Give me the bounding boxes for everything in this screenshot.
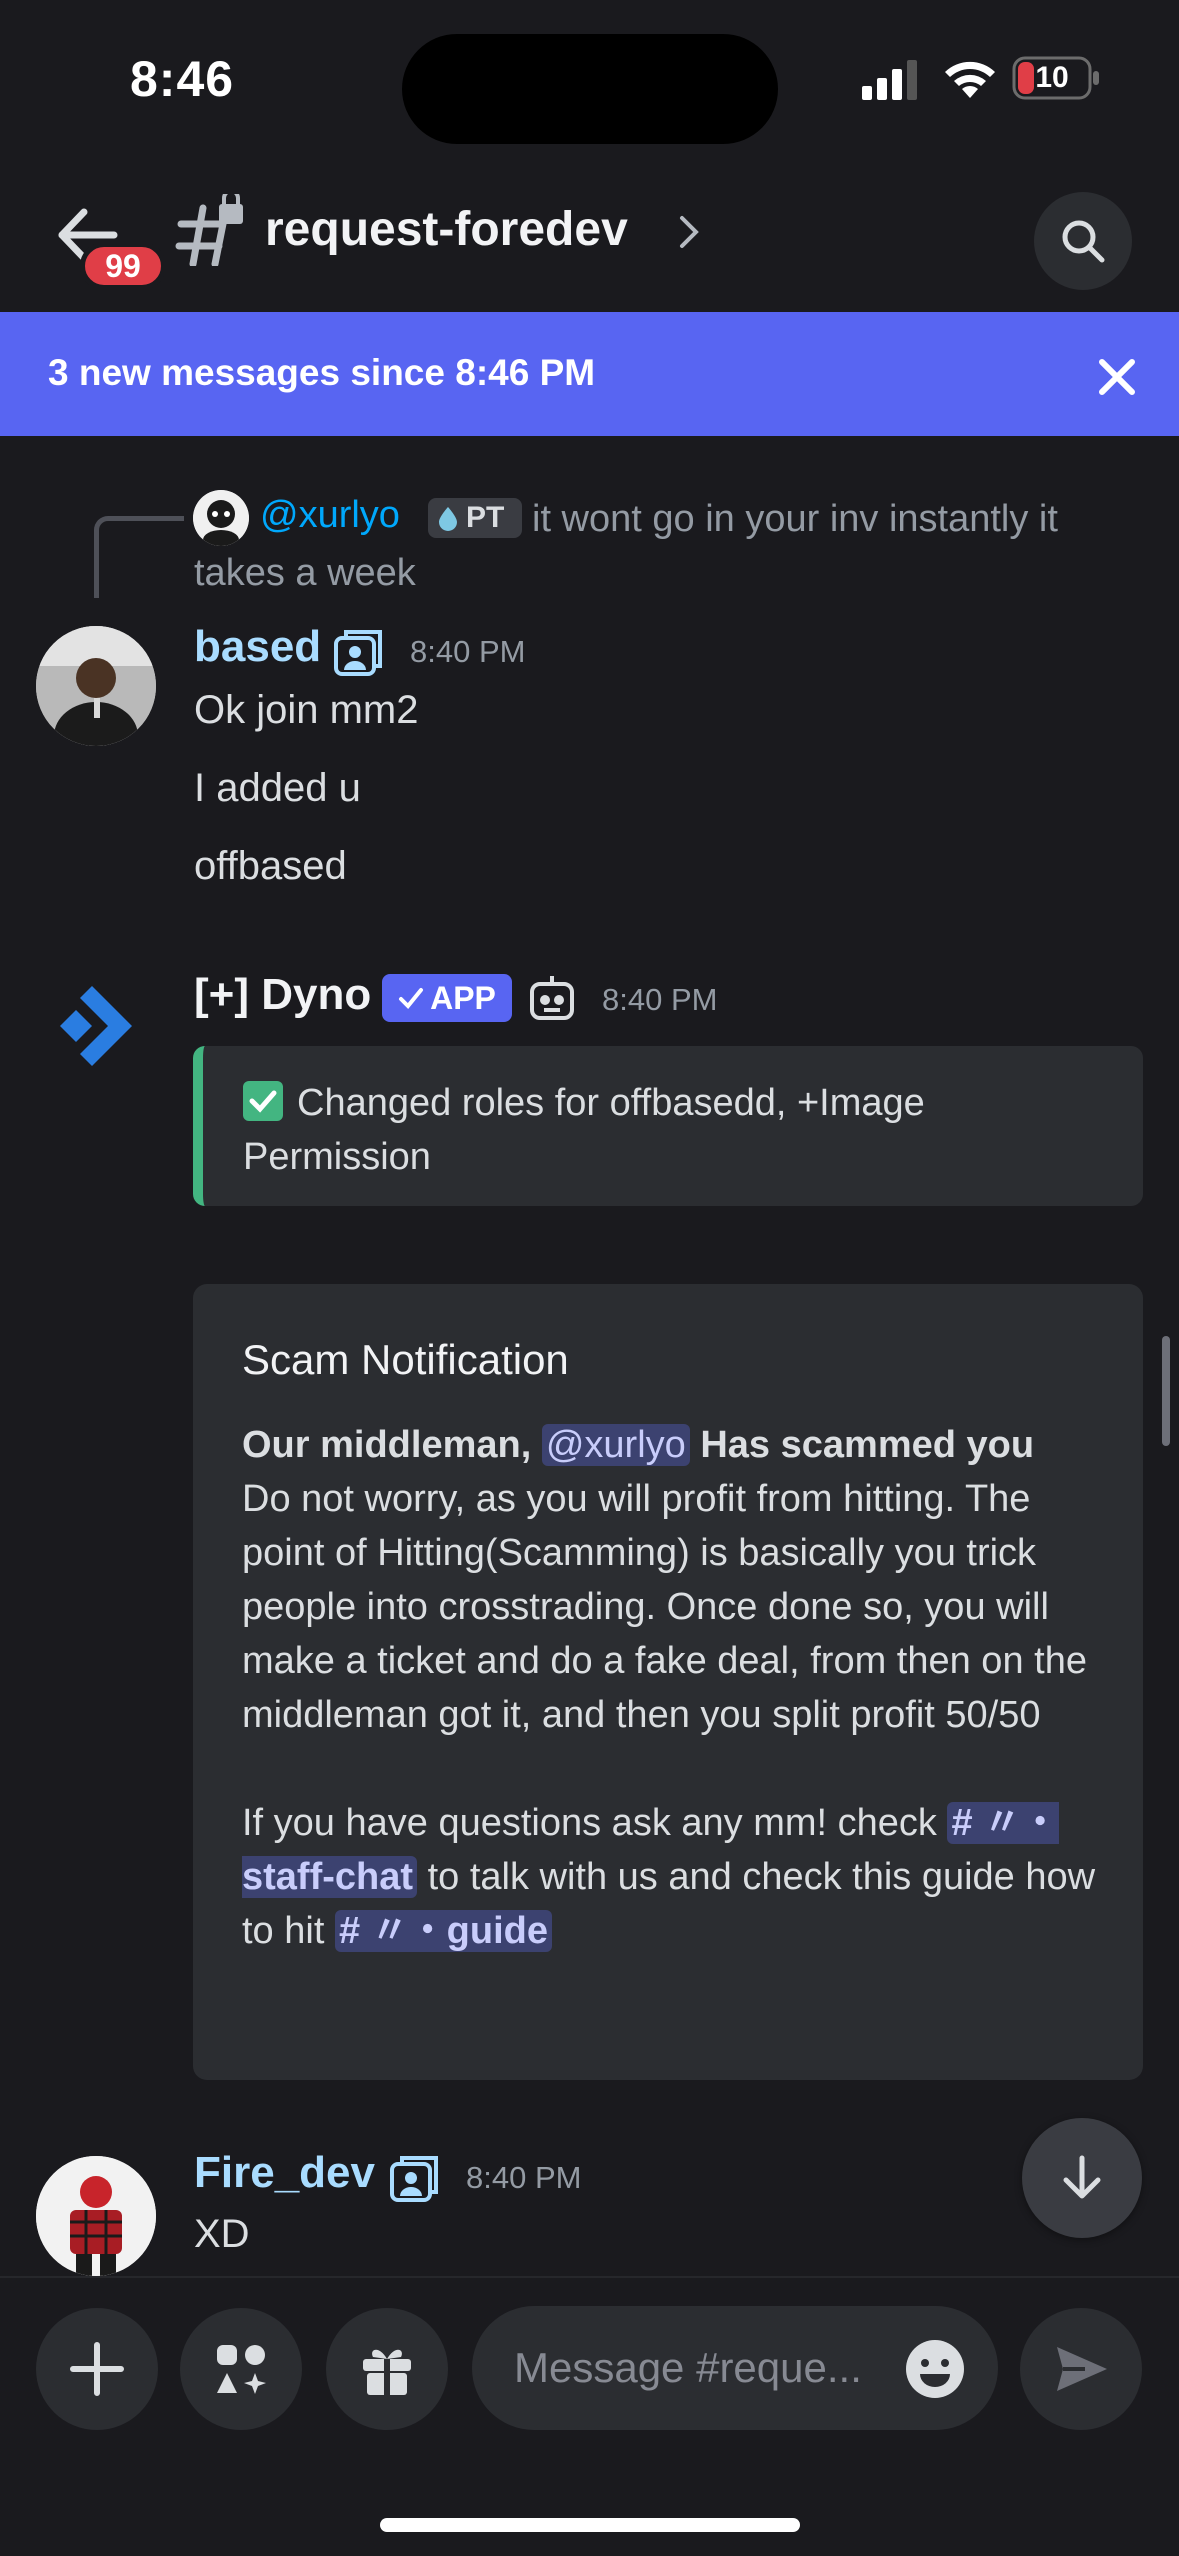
embed-bold-lead: Our middleman, — [242, 1424, 532, 1466]
username-dyno[interactable]: [+] Dyno — [194, 970, 371, 1020]
plus-icon — [70, 2342, 124, 2396]
home-indicator[interactable] — [380, 2518, 800, 2532]
embed-paragraph: Do not worry, as you will profit from hi… — [242, 1478, 1087, 1736]
unread-badge: 99 — [80, 242, 166, 290]
message-placeholder: Message #reque... — [514, 2344, 862, 2391]
avatar-based[interactable] — [36, 626, 156, 746]
app-badge: APP — [382, 974, 512, 1022]
scrollbar[interactable] — [1162, 1336, 1170, 1446]
username-based[interactable]: based — [194, 622, 321, 672]
timestamp: 8:40 PM — [466, 2160, 582, 2195]
avatar-dyno[interactable] — [36, 964, 156, 1084]
send-button[interactable] — [1020, 2308, 1142, 2430]
wifi-icon — [945, 61, 995, 98]
channel-mention-guide[interactable]: # 〃・guide — [334, 1910, 552, 1952]
message-text[interactable]: offbased — [194, 844, 347, 889]
embed-role-change[interactable]: Changed roles for offbasedd, +Image Perm… — [193, 1046, 1143, 1206]
search-button[interactable] — [1034, 192, 1132, 290]
embed-bold-tail: Has scammed you — [700, 1424, 1035, 1466]
reply-username[interactable]: @xurlyo — [260, 494, 400, 537]
apps-button[interactable] — [180, 2308, 302, 2430]
gift-icon — [363, 2349, 411, 2395]
chevron-right-icon[interactable] — [676, 212, 704, 252]
guild-tag[interactable]: PT — [428, 498, 522, 538]
user-mention[interactable]: @xurlyo — [541, 1424, 690, 1466]
message-text[interactable]: Ok join mm2 — [194, 688, 419, 733]
reply-avatar[interactable] — [193, 490, 249, 546]
embed-scam-notification[interactable]: Scam Notification Our middleman, @xurlyo… — [193, 1284, 1143, 2080]
avatar-fire-dev[interactable] — [36, 2156, 156, 2276]
role-icon[interactable] — [330, 624, 386, 680]
embed-role-text: Changed roles for offbasedd, +Image Perm… — [243, 1082, 925, 1178]
jump-to-bottom-button[interactable] — [1022, 2118, 1142, 2238]
message-text[interactable]: XD — [194, 2212, 250, 2257]
locked-channel-icon — [175, 194, 243, 266]
timestamp: 8:40 PM — [602, 982, 718, 1017]
emoji-icon[interactable] — [904, 2338, 966, 2400]
embed-title: Scam Notification — [242, 1336, 569, 1383]
timestamp: 8:40 PM — [410, 634, 526, 669]
app-badge-label: APP — [430, 979, 496, 1016]
guild-tag-label: PT — [466, 501, 505, 534]
new-messages-banner[interactable]: 3 new messages since 8:46 PM — [0, 312, 1179, 436]
new-messages-text: 3 new messages since 8:46 PM — [48, 352, 596, 393]
embed-paragraph: If you have questions ask any mm! check — [242, 1802, 937, 1844]
embed-body: Our middleman, @xurlyo Has scammed you D… — [242, 1418, 1122, 1958]
cellular-signal-icon — [862, 60, 917, 100]
username-fire-dev[interactable]: Fire_dev — [194, 2148, 375, 2198]
message-composer: Message #reque... — [0, 2276, 1179, 2556]
gift-button[interactable] — [326, 2308, 448, 2430]
embed-text: Changed roles for offbasedd, +Image Perm… — [243, 1076, 1123, 1184]
search-icon — [1062, 220, 1105, 263]
arrow-down-icon — [1063, 2155, 1101, 2199]
status-time: 8:46 — [130, 51, 235, 107]
channel-header: 99 request-foredev — [0, 160, 1179, 312]
bot-role-icon[interactable] — [524, 970, 580, 1026]
status-bar: 8:46 10 — [0, 0, 1179, 160]
message-text[interactable]: I added u — [194, 766, 361, 811]
send-icon — [1057, 2347, 1107, 2391]
message-input[interactable]: Message #reque... — [472, 2306, 998, 2430]
message-list[interactable]: it wont go in your inv instantly it take… — [0, 436, 1179, 2276]
verified-check-icon — [399, 988, 424, 1009]
dynamic-island — [402, 34, 778, 144]
droplet-icon — [439, 507, 457, 531]
reply-connector — [94, 516, 184, 598]
add-attachment-button[interactable] — [36, 2308, 158, 2430]
apps-icon — [217, 2345, 266, 2394]
close-icon[interactable] — [1096, 356, 1138, 398]
battery-level: 10 — [1035, 61, 1069, 94]
battery-indicator: 10 — [1012, 56, 1102, 100]
check-mark-icon — [243, 1081, 283, 1121]
role-icon[interactable] — [386, 2150, 442, 2206]
channel-title[interactable]: request-foredev — [265, 202, 628, 257]
